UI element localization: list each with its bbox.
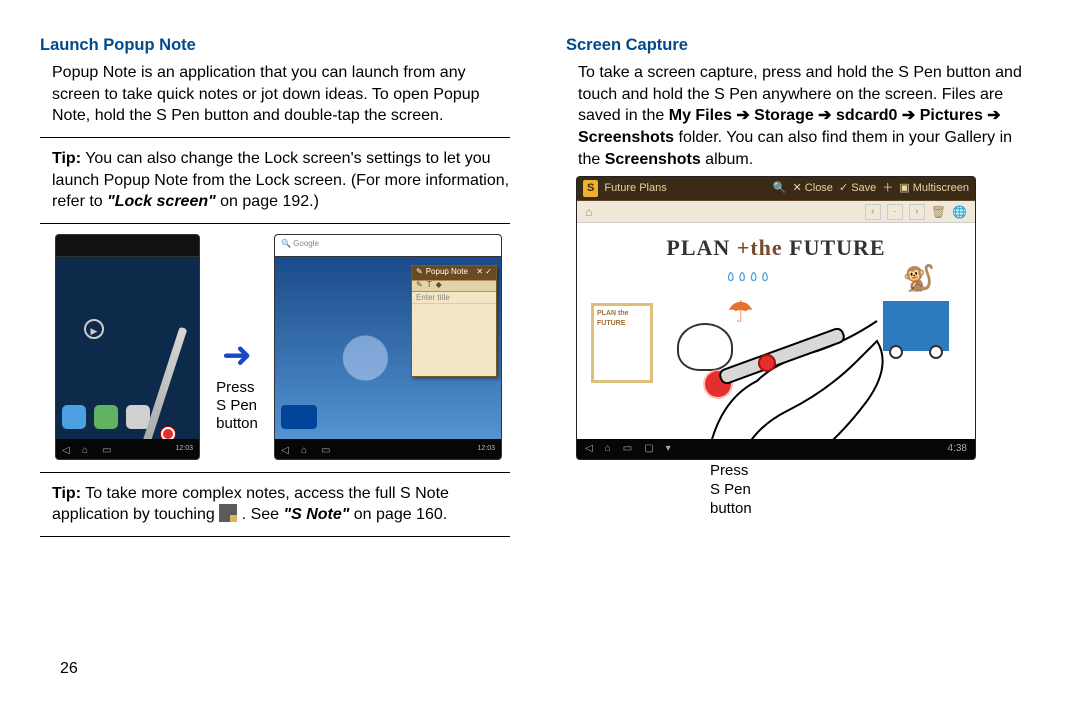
divider bbox=[40, 223, 510, 224]
back-icon: ◁ bbox=[585, 442, 593, 456]
add-button: ＋ bbox=[882, 181, 893, 196]
tip-snote: Tip: To take more complex notes, access … bbox=[30, 483, 510, 526]
illustration-launch: ▶ ◁ ⌂ ▭ 12:03 ➜ bbox=[30, 234, 510, 460]
save-button: ✓ Save bbox=[839, 181, 876, 196]
section-heading-launch: Launch Popup Note bbox=[30, 34, 510, 56]
globe-icon: 🌐 bbox=[952, 204, 967, 220]
arrow-icon: ➜ bbox=[222, 344, 252, 366]
trash-icon: 🗑 bbox=[931, 204, 946, 220]
tip-label: Tip: bbox=[52, 485, 81, 502]
left-column: Launch Popup Note Popup Note is an appli… bbox=[30, 34, 510, 547]
tip-label: Tip: bbox=[52, 150, 81, 167]
back-icon: ◁ bbox=[62, 444, 72, 454]
tablet-thumbnail-home: ▶ ◁ ⌂ ▭ 12:03 bbox=[55, 234, 200, 460]
arrow-label-block: ➜ Press S Pen button bbox=[206, 344, 268, 434]
caption-line: Press bbox=[216, 379, 254, 396]
page-number: 26 bbox=[60, 658, 78, 680]
intro-capture: To take a screen capture, press and hold… bbox=[556, 62, 1036, 170]
snote-icon bbox=[219, 504, 237, 522]
popup-note-title-field: Enter title bbox=[412, 292, 496, 304]
text-tool-icon: T bbox=[427, 280, 432, 291]
popup-note-icon: ✎ bbox=[416, 267, 423, 278]
tip-lockscreen: Tip: You can also change the Lock screen… bbox=[30, 148, 510, 213]
back-icon: ◁ bbox=[281, 444, 291, 454]
breadcrumb: Future Plans bbox=[604, 181, 666, 196]
tip-suffix: on page 160. bbox=[349, 506, 447, 523]
caption-line: Press bbox=[710, 462, 748, 479]
page-indicator: · bbox=[887, 204, 903, 220]
recent-icon: ▭ bbox=[102, 444, 112, 454]
caption-line: S Pen bbox=[216, 397, 257, 414]
app-logo: S bbox=[583, 180, 598, 197]
screenshot-icon: ▢ bbox=[644, 442, 653, 456]
divider bbox=[40, 137, 510, 138]
popup-note-window: ✎ Popup Note ✕ ✓ ✎ T ◆ Enter title bbox=[411, 265, 497, 377]
status-clock: 4:38 bbox=[948, 442, 967, 456]
doodle-raindrops: ٥ ٥ ٥ ٥ bbox=[727, 267, 769, 286]
drawing-title: PLAN +the FUTURE bbox=[577, 223, 975, 263]
menu-icon: ▾ bbox=[666, 442, 671, 456]
intro-text: album. bbox=[701, 151, 753, 168]
home-icon: ⌂ bbox=[82, 444, 92, 454]
play-icon: ▶ bbox=[84, 319, 104, 339]
pen-tool-icon: ✎ bbox=[416, 280, 423, 291]
app-icon bbox=[126, 405, 150, 429]
screen-capture-illustration: S Future Plans 🔍 ✕ Close ✓ Save ＋ ▣ Mult… bbox=[576, 176, 976, 460]
home-icon: ⌂ bbox=[301, 444, 311, 454]
eraser-tool-icon: ◆ bbox=[436, 280, 442, 291]
recent-icon: ▭ bbox=[321, 444, 331, 454]
recent-icon: ▭ bbox=[623, 442, 632, 456]
right-column: Screen Capture To take a screen capture,… bbox=[556, 34, 1036, 547]
status-clock: 12:03 bbox=[477, 444, 495, 453]
search-icon: 🔍 bbox=[773, 181, 787, 196]
page-thumbnail: PLAN the FUTURE bbox=[591, 303, 653, 383]
prev-icon: ‹ bbox=[865, 204, 881, 220]
intro-launch: Popup Note is an application that you ca… bbox=[30, 62, 510, 127]
divider bbox=[40, 536, 510, 537]
status-clock: 12:03 bbox=[175, 444, 193, 453]
caption-line: button bbox=[710, 500, 752, 517]
app-icon bbox=[62, 405, 86, 429]
home-icon: ⌂ bbox=[605, 442, 611, 456]
close-button: ✕ Close bbox=[793, 181, 833, 196]
tip-ref-lockscreen: "Lock screen" bbox=[107, 193, 216, 210]
tip-ref-snote: "S Note" bbox=[283, 506, 349, 523]
tip-suffix: on page 192.) bbox=[216, 193, 319, 210]
tablet-thumbnail-popup: 🔍 Google ✎ Popup Note ✕ ✓ ✎ T ◆ bbox=[274, 234, 502, 460]
home-icon: ⌂ bbox=[585, 204, 592, 220]
popup-note-title: Popup Note bbox=[426, 267, 468, 278]
app-icon bbox=[94, 405, 118, 429]
close-icon: ✕ ✓ bbox=[476, 267, 492, 278]
caption-line: S Pen bbox=[710, 481, 751, 498]
album-name: Screenshots bbox=[605, 151, 701, 168]
caption-line: button bbox=[216, 415, 258, 432]
divider bbox=[40, 472, 510, 473]
doodle-figure: 🐒 bbox=[903, 261, 935, 296]
tip-text: . See bbox=[237, 506, 283, 523]
multiscreen-button: ▣ Multiscreen bbox=[899, 181, 969, 196]
section-heading-capture: Screen Capture bbox=[556, 34, 1036, 56]
next-icon: › bbox=[909, 204, 925, 220]
hand-with-spen bbox=[697, 311, 897, 460]
caption-press-spen: Press S Pen button bbox=[710, 462, 1036, 518]
